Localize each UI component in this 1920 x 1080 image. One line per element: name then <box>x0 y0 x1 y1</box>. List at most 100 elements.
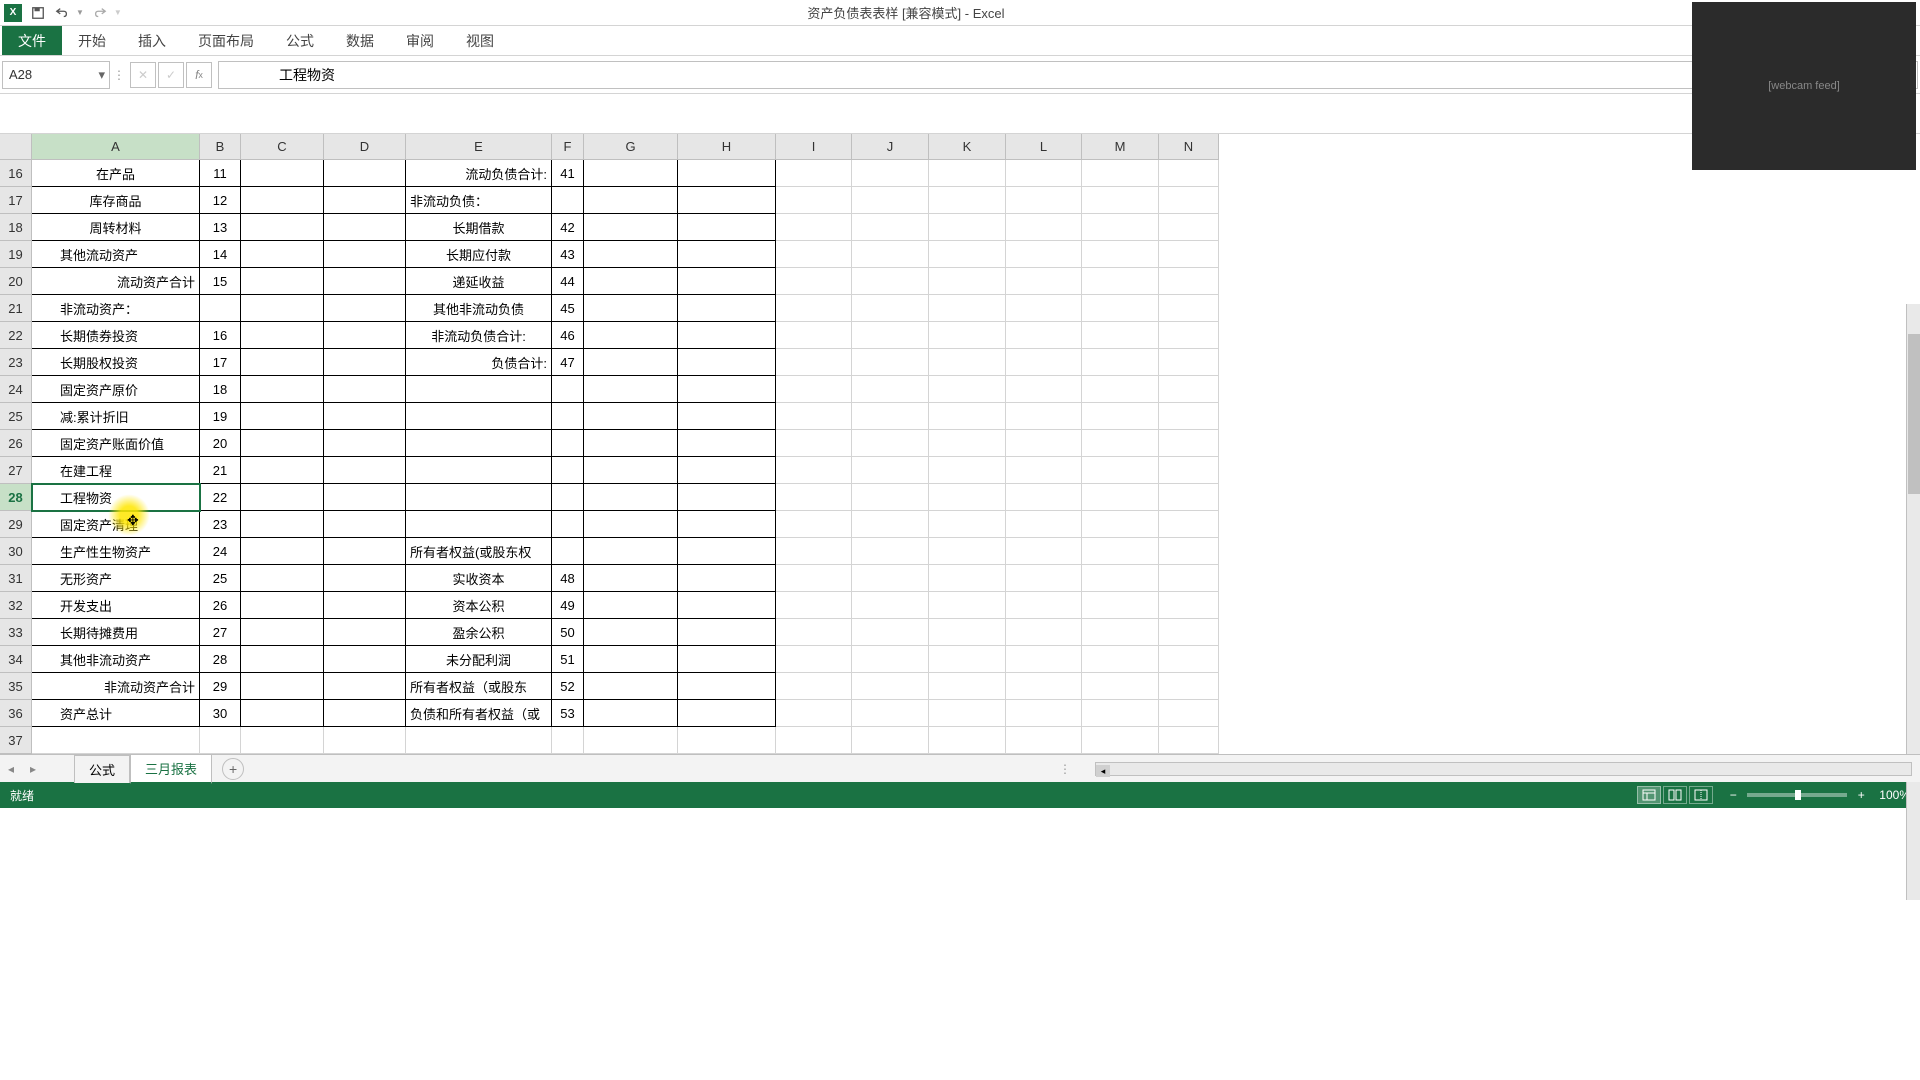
cell-B33[interactable]: 27 <box>200 619 241 646</box>
cell-A17[interactable]: 库存商品 <box>32 187 200 214</box>
cell-M32[interactable] <box>1082 592 1159 619</box>
cell-H18[interactable] <box>678 214 776 241</box>
row-header-22[interactable]: 22 <box>0 322 32 349</box>
cell-L16[interactable] <box>1006 160 1082 187</box>
cell-E17[interactable]: 非流动负债： <box>406 187 552 214</box>
cell-L30[interactable] <box>1006 538 1082 565</box>
cell-H27[interactable] <box>678 457 776 484</box>
cell-C36[interactable] <box>241 700 324 727</box>
cell-K16[interactable] <box>929 160 1006 187</box>
cell-J33[interactable] <box>852 619 929 646</box>
cell-E31[interactable]: 实收资本 <box>406 565 552 592</box>
cell-M21[interactable] <box>1082 295 1159 322</box>
cell-K26[interactable] <box>929 430 1006 457</box>
cell-I18[interactable] <box>776 214 852 241</box>
cell-M30[interactable] <box>1082 538 1159 565</box>
row-header-36[interactable]: 36 <box>0 700 32 727</box>
cell-L25[interactable] <box>1006 403 1082 430</box>
cell-G18[interactable] <box>584 214 678 241</box>
cell-D32[interactable] <box>324 592 406 619</box>
cell-C27[interactable] <box>241 457 324 484</box>
cell-G30[interactable] <box>584 538 678 565</box>
cell-M28[interactable] <box>1082 484 1159 511</box>
cell-I23[interactable] <box>776 349 852 376</box>
cell-B37[interactable] <box>200 727 241 754</box>
column-header-G[interactable]: G <box>584 134 678 160</box>
cell-M35[interactable] <box>1082 673 1159 700</box>
cell-C29[interactable] <box>241 511 324 538</box>
cell-I21[interactable] <box>776 295 852 322</box>
cell-L23[interactable] <box>1006 349 1082 376</box>
cell-E23[interactable]: 负债合计: <box>406 349 552 376</box>
cell-J27[interactable] <box>852 457 929 484</box>
cell-C19[interactable] <box>241 241 324 268</box>
row-header-23[interactable]: 23 <box>0 349 32 376</box>
cell-D17[interactable] <box>324 187 406 214</box>
tab-insert[interactable]: 插入 <box>122 26 182 55</box>
cell-N30[interactable] <box>1159 538 1219 565</box>
cell-L34[interactable] <box>1006 646 1082 673</box>
column-header-L[interactable]: L <box>1006 134 1082 160</box>
sheet-tab-2[interactable]: 三月报表 <box>130 754 212 784</box>
cell-N18[interactable] <box>1159 214 1219 241</box>
cell-H20[interactable] <box>678 268 776 295</box>
cell-C33[interactable] <box>241 619 324 646</box>
cell-C37[interactable] <box>241 727 324 754</box>
cell-H21[interactable] <box>678 295 776 322</box>
cell-G34[interactable] <box>584 646 678 673</box>
column-header-D[interactable]: D <box>324 134 406 160</box>
tab-formulas[interactable]: 公式 <box>270 26 330 55</box>
cell-G37[interactable] <box>584 727 678 754</box>
cell-M37[interactable] <box>1082 727 1159 754</box>
cell-J21[interactable] <box>852 295 929 322</box>
cell-J25[interactable] <box>852 403 929 430</box>
cell-I37[interactable] <box>776 727 852 754</box>
cell-H33[interactable] <box>678 619 776 646</box>
cell-N37[interactable] <box>1159 727 1219 754</box>
cell-A35[interactable]: 非流动资产合计 <box>32 673 200 700</box>
cell-H31[interactable] <box>678 565 776 592</box>
cell-L33[interactable] <box>1006 619 1082 646</box>
cell-F16[interactable]: 41 <box>552 160 584 187</box>
cell-D25[interactable] <box>324 403 406 430</box>
tab-page-layout[interactable]: 页面布局 <box>182 26 270 55</box>
cell-C30[interactable] <box>241 538 324 565</box>
cell-N20[interactable] <box>1159 268 1219 295</box>
cell-M18[interactable] <box>1082 214 1159 241</box>
zoom-in-button[interactable]: + <box>1853 787 1869 803</box>
cell-I28[interactable] <box>776 484 852 511</box>
column-header-I[interactable]: I <box>776 134 852 160</box>
cell-M34[interactable] <box>1082 646 1159 673</box>
cell-F36[interactable]: 53 <box>552 700 584 727</box>
cell-C18[interactable] <box>241 214 324 241</box>
cell-D26[interactable] <box>324 430 406 457</box>
cell-K17[interactable] <box>929 187 1006 214</box>
zoom-slider[interactable] <box>1747 793 1847 797</box>
cell-A33[interactable]: 长期待摊费用 <box>32 619 200 646</box>
cell-J19[interactable] <box>852 241 929 268</box>
cell-I32[interactable] <box>776 592 852 619</box>
tab-view[interactable]: 视图 <box>450 26 510 55</box>
cell-D24[interactable] <box>324 376 406 403</box>
cell-N27[interactable] <box>1159 457 1219 484</box>
cell-K27[interactable] <box>929 457 1006 484</box>
row-header-33[interactable]: 33 <box>0 619 32 646</box>
cell-I36[interactable] <box>776 700 852 727</box>
cell-G16[interactable] <box>584 160 678 187</box>
cell-I25[interactable] <box>776 403 852 430</box>
cell-F22[interactable]: 46 <box>552 322 584 349</box>
cell-B28[interactable]: 22 <box>200 484 241 511</box>
column-header-M[interactable]: M <box>1082 134 1159 160</box>
cell-E25[interactable] <box>406 403 552 430</box>
cell-K31[interactable] <box>929 565 1006 592</box>
cell-G24[interactable] <box>584 376 678 403</box>
cell-F20[interactable]: 44 <box>552 268 584 295</box>
cell-B34[interactable]: 28 <box>200 646 241 673</box>
cell-H37[interactable] <box>678 727 776 754</box>
cell-G27[interactable] <box>584 457 678 484</box>
cell-K20[interactable] <box>929 268 1006 295</box>
cell-C32[interactable] <box>241 592 324 619</box>
cell-D22[interactable] <box>324 322 406 349</box>
cell-D30[interactable] <box>324 538 406 565</box>
tab-data[interactable]: 数据 <box>330 26 390 55</box>
